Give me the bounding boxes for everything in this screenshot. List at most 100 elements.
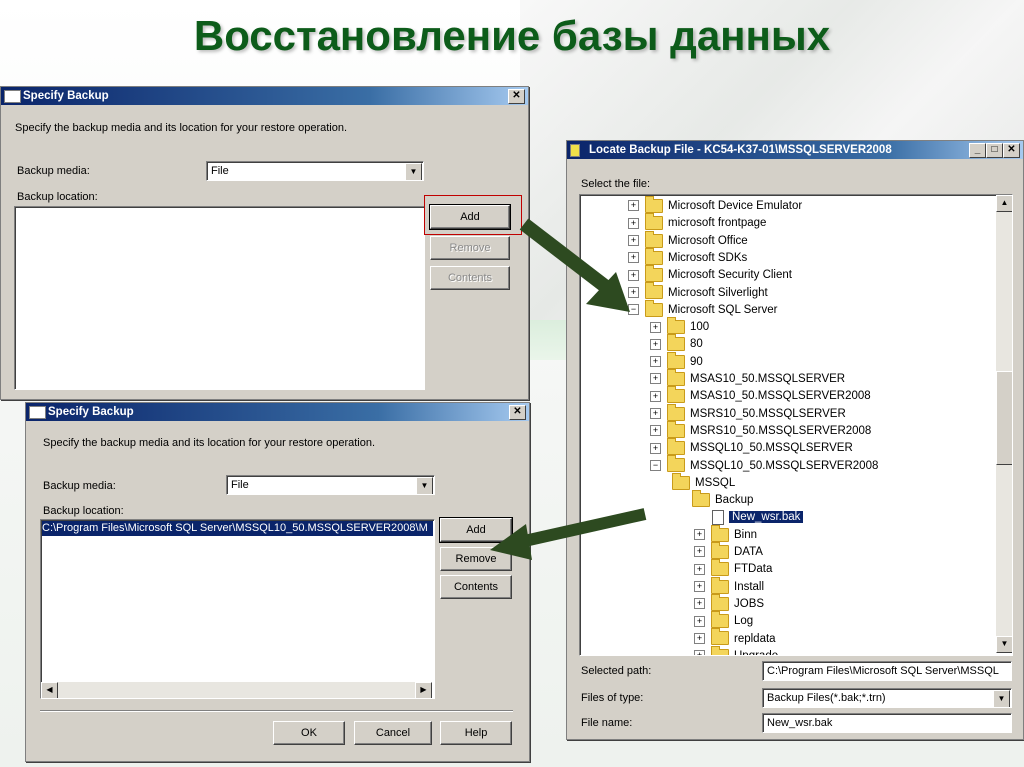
expand-icon[interactable]: + — [650, 321, 661, 333]
dialog2-hscrollbar[interactable]: ◀ ▶ — [41, 682, 432, 698]
dialog2-titlebar[interactable]: Specify Backup ✕ — [26, 403, 529, 421]
locate-titlebar[interactable]: Locate Backup File - KC54-K37-01\MSSQLSE… — [567, 141, 1023, 159]
expand-icon[interactable]: + — [694, 581, 705, 593]
tree-item-label: MSAS10_50.MSSQLSERVER — [690, 373, 846, 385]
expand-icon[interactable]: + — [694, 598, 705, 610]
expand-icon[interactable]: + — [694, 563, 705, 575]
tree-folder-item[interactable]: +100 — [650, 317, 710, 336]
scroll-thumb[interactable] — [996, 371, 1012, 465]
file-name-field[interactable]: New_wsr.bak — [762, 713, 1012, 733]
arrow-shaft — [519, 218, 615, 296]
file-tree-scrollbar[interactable]: ▲ ▼ — [996, 195, 1012, 653]
close-icon[interactable]: ✕ — [1003, 143, 1020, 158]
chevron-down-icon[interactable]: ▼ — [405, 163, 422, 180]
dialog1-add-button[interactable]: Add — [429, 204, 511, 230]
cancel-button[interactable]: Cancel — [354, 721, 432, 745]
close-icon[interactable]: ✕ — [508, 89, 525, 104]
close-icon[interactable]: ✕ — [509, 405, 526, 420]
tree-item-label: Microsoft Security Client — [668, 269, 792, 282]
dialog2-media-label: Backup media: — [43, 480, 116, 492]
tree-item-label: Install — [734, 580, 765, 593]
folder-icon — [667, 351, 685, 369]
minimize-icon[interactable]: _ — [969, 143, 986, 158]
dialog1-description: Specify the backup media and its locatio… — [15, 122, 348, 134]
dialog2-contents-button[interactable]: Contents — [440, 575, 512, 599]
scroll-up-icon[interactable]: ▲ — [996, 195, 1012, 212]
specify-backup-dialog-2: Specify Backup ✕ Specify the backup medi… — [25, 402, 530, 762]
folder-icon — [711, 611, 729, 629]
expand-icon[interactable]: + — [694, 650, 705, 655]
folder-icon — [667, 317, 685, 335]
expand-icon[interactable]: + — [694, 632, 705, 644]
dialog1-location-list[interactable] — [14, 206, 425, 390]
expand-icon[interactable]: + — [650, 338, 661, 350]
expand-icon[interactable]: + — [650, 408, 661, 420]
tree-folder-item[interactable]: + FTData — [694, 559, 772, 578]
expand-icon[interactable]: + — [650, 356, 661, 368]
tree-folder-item[interactable]: + Install — [694, 576, 765, 596]
tree-folder-item[interactable]: MSSQL — [672, 472, 736, 492]
tree-item-label: repldata — [734, 632, 776, 645]
tree-folder-item[interactable]: + MSRS10_50.MSSQLSERVER — [650, 403, 846, 423]
scroll-down-icon[interactable]: ▼ — [996, 636, 1012, 653]
tree-folder-item[interactable]: − MSSQL10_50.MSSQLSERVER2008 — [650, 455, 879, 475]
dialog2-location-item[interactable]: C:\Program Files\Microsoft SQL Server\MS… — [42, 521, 433, 536]
folder-icon — [711, 593, 729, 611]
dialog1-contents-button[interactable]: Contents — [430, 266, 510, 290]
locate-title: Locate Backup File - KC54-K37-01\MSSQLSE… — [589, 144, 892, 156]
dialog1-title: Specify Backup — [23, 90, 109, 102]
scroll-right-icon[interactable]: ▶ — [415, 682, 432, 698]
tree-folder-item[interactable]: + JOBS — [694, 593, 764, 613]
tree-folder-item[interactable]: + MSSQL10_50.MSSQLSERVER — [650, 438, 853, 457]
files-type-select[interactable]: Backup Files(*.bak;*.trn) ▼ — [762, 688, 1012, 708]
tree-item-label: MSSQL10_50.MSSQLSERVER2008 — [690, 459, 879, 472]
tree-folder-item[interactable]: Backup — [692, 490, 753, 509]
ok-button[interactable]: OK — [273, 721, 345, 745]
expand-icon[interactable]: + — [650, 373, 661, 385]
dialog1-location-label: Backup location: — [17, 191, 98, 203]
folder-icon — [711, 541, 729, 559]
scroll-left-icon[interactable]: ◀ — [41, 682, 58, 698]
tree-item-label: 100 — [690, 321, 710, 334]
tree-folder-item[interactable]: +80 — [650, 334, 703, 353]
tree-folder-item[interactable]: + repldata — [694, 628, 776, 648]
tree-item-label: 80 — [690, 338, 703, 351]
expand-icon[interactable]: + — [694, 546, 705, 558]
tree-folder-item[interactable]: + Log — [694, 611, 754, 630]
selected-path-field[interactable]: C:\Program Files\Microsoft SQL Server\MS… — [762, 661, 1012, 681]
dialog1-media-select[interactable]: File ▼ — [206, 161, 424, 181]
expand-icon[interactable]: + — [650, 442, 661, 454]
expand-icon[interactable]: + — [694, 529, 705, 541]
expand-icon[interactable]: + — [650, 390, 661, 402]
tree-file-item[interactable]: New_wsr.bak — [712, 509, 804, 526]
locate-select-label: Select the file: — [581, 178, 651, 190]
help-button[interactable]: Help — [440, 721, 512, 745]
expand-icon[interactable]: + — [694, 615, 705, 627]
tree-folder-item[interactable]: + Microsoft Device Emulator — [628, 195, 802, 215]
tree-item-label: MSSQL — [695, 476, 736, 489]
tree-folder-item[interactable]: +90 — [650, 351, 703, 371]
maximize-icon[interactable]: □ — [986, 143, 1003, 158]
collapse-icon[interactable]: − — [650, 459, 661, 471]
tree-folder-item[interactable]: + MSAS10_50.MSSQLSERVER — [650, 368, 846, 388]
expand-icon[interactable]: + — [650, 425, 661, 437]
tree-folder-item[interactable]: + MSRS10_50.MSSQLSERVER2008 — [650, 420, 872, 440]
tree-item-label: MSRS10_50.MSSQLSERVER2008 — [690, 424, 872, 437]
dialog2-location-list[interactable]: C:\Program Files\Microsoft SQL Server\MS… — [40, 519, 435, 699]
chevron-down-icon[interactable]: ▼ — [416, 477, 433, 494]
tree-folder-item[interactable]: + Binn — [694, 524, 758, 544]
tree-folder-item[interactable]: − Microsoft SQL Server — [628, 299, 778, 319]
arrow-to-locate-dialog — [519, 218, 630, 312]
folder-icon — [667, 438, 685, 456]
dialog1-titlebar[interactable]: Specify Backup ✕ — [1, 87, 528, 105]
tree-item-label: Log — [734, 615, 754, 628]
tree-item-label: MSAS10_50.MSSQLSERVER2008 — [690, 390, 871, 403]
tree-item-label: Binn — [734, 528, 758, 541]
window-icon — [29, 406, 46, 419]
dialog1-remove-button[interactable]: Remove — [430, 236, 510, 260]
tree-folder-item[interactable]: + DATA — [694, 541, 763, 561]
tree-folder-item[interactable]: + MSAS10_50.MSSQLSERVER2008 — [650, 386, 871, 405]
dialog2-media-select[interactable]: File ▼ — [226, 475, 435, 495]
tree-folder-item[interactable]: + Upgrade — [694, 645, 778, 655]
chevron-down-icon[interactable]: ▼ — [993, 690, 1010, 707]
